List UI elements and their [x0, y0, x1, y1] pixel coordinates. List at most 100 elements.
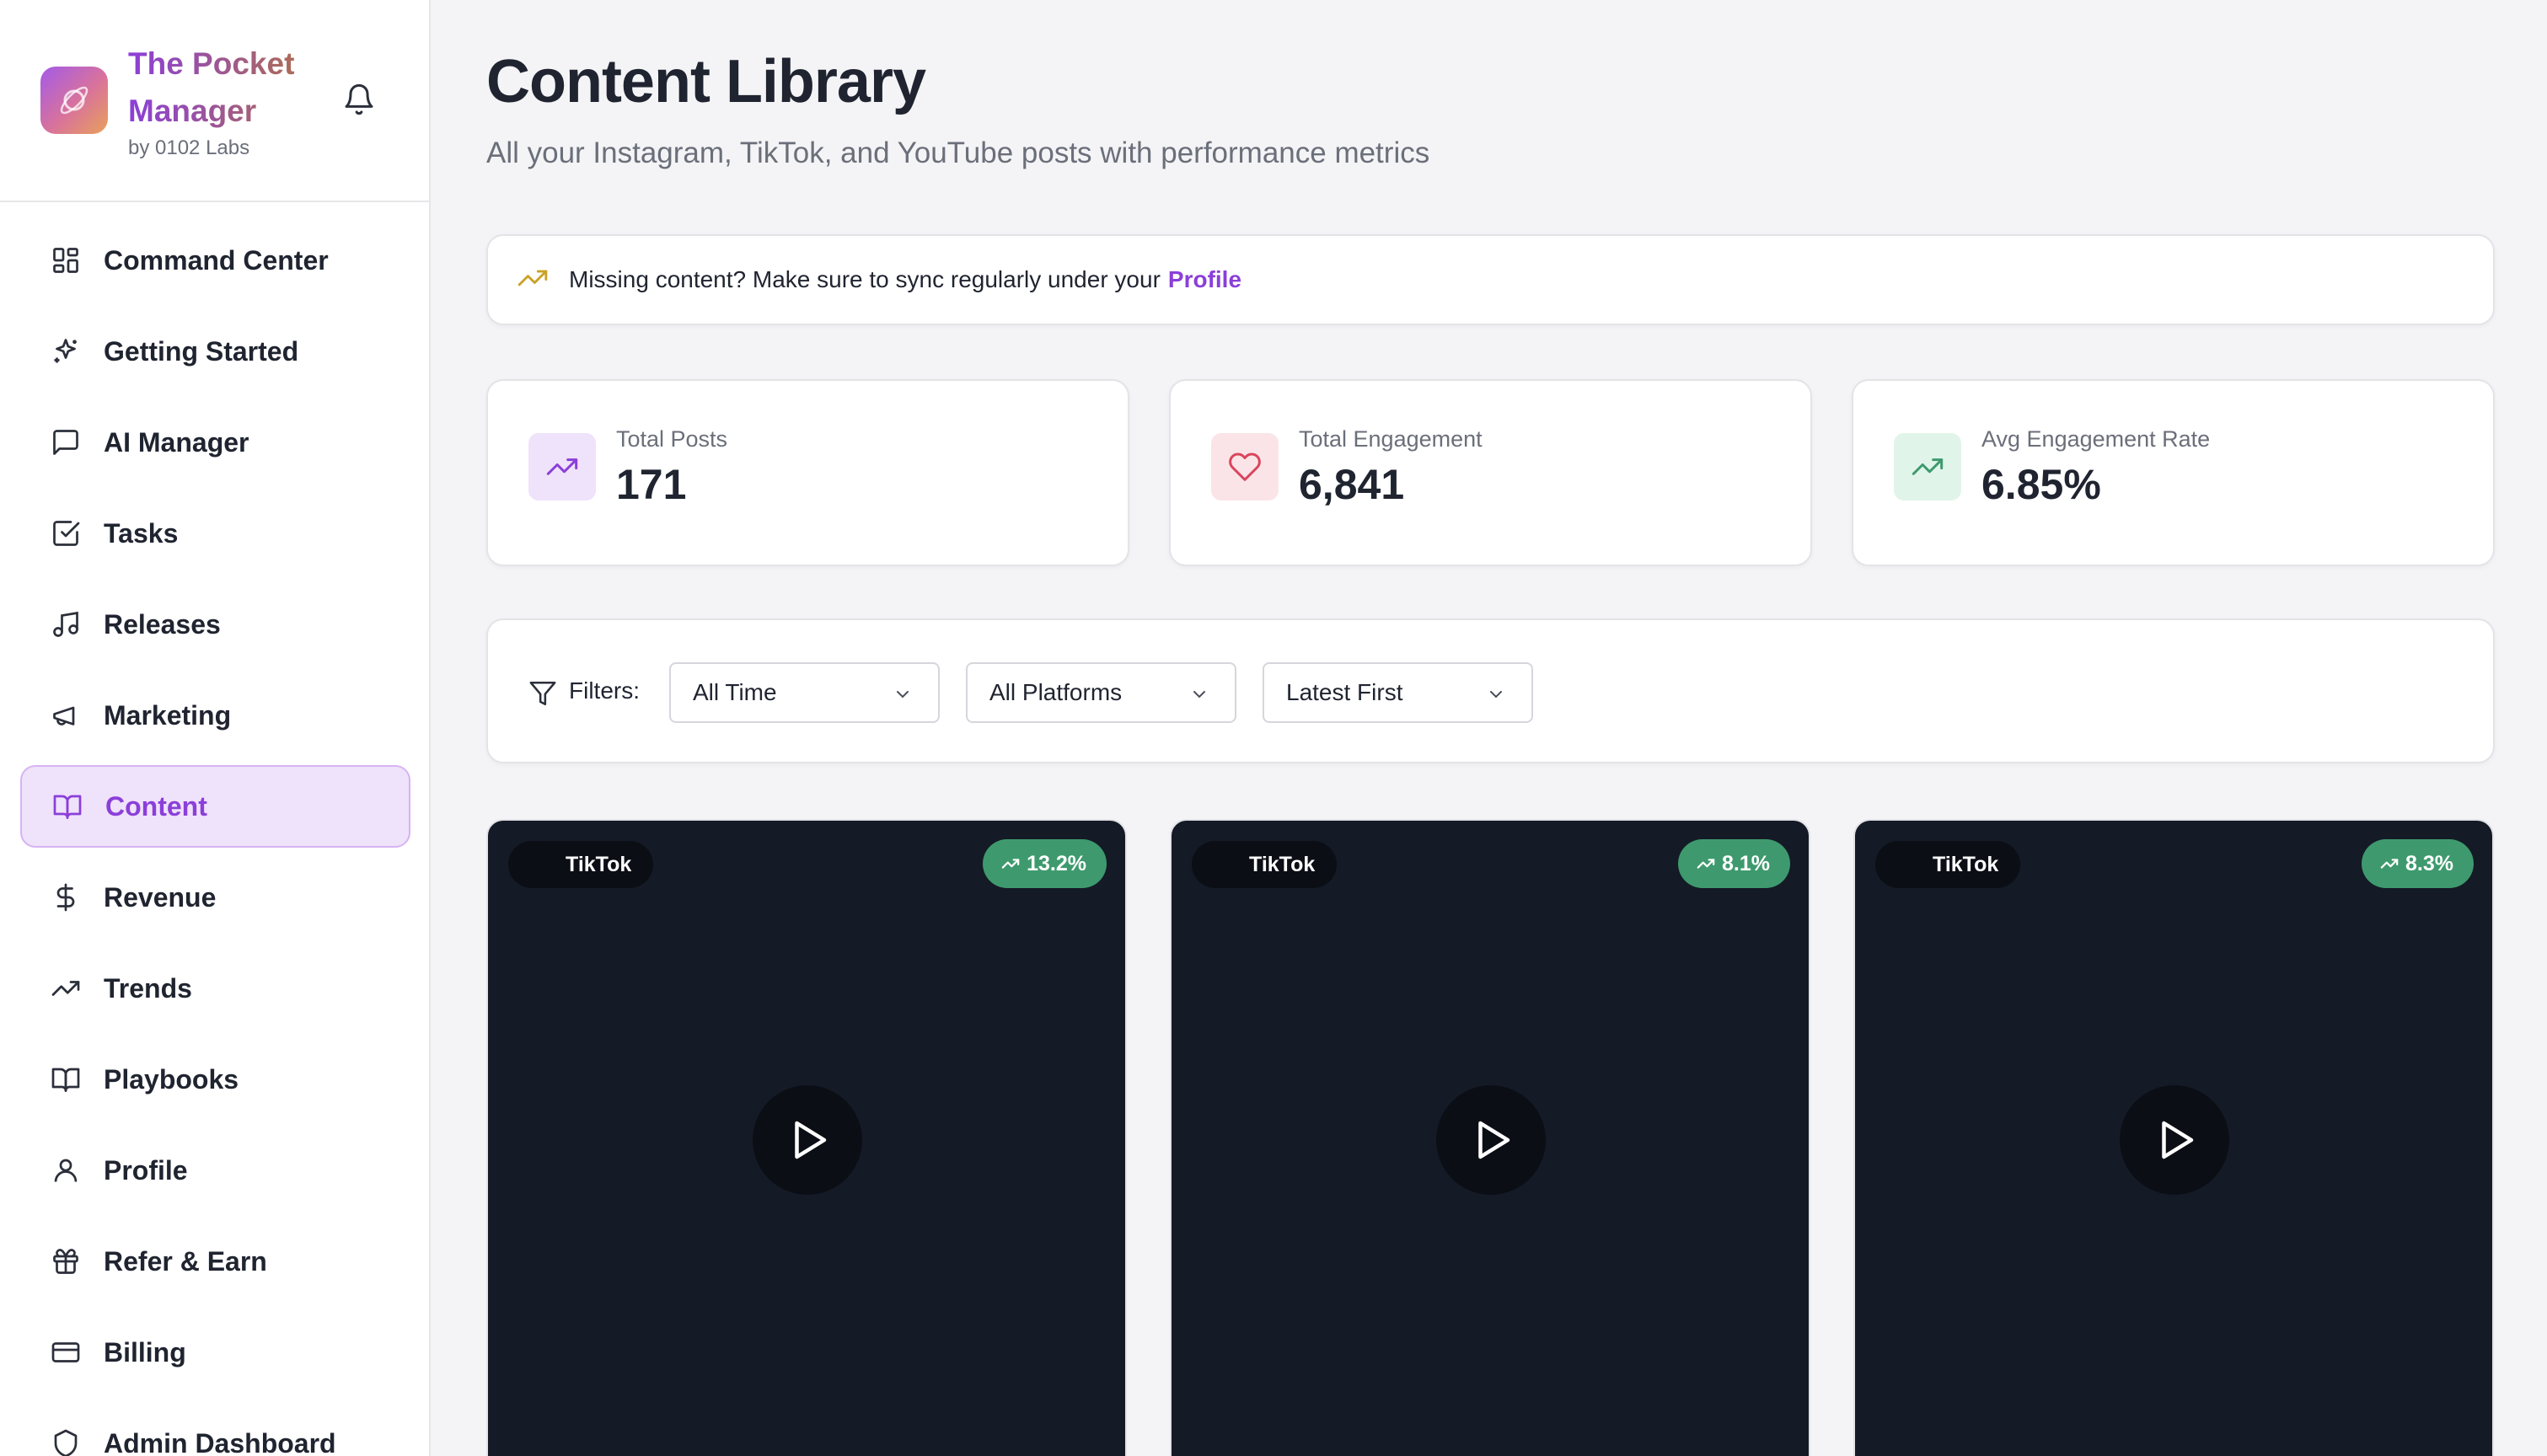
trending-up-icon: [1697, 854, 1715, 873]
page-subtitle: All your Instagram, TikTok, and YouTube …: [486, 136, 1430, 169]
sidebar-item-tasks[interactable]: Tasks: [20, 492, 410, 575]
sidebar-item-refer-earn[interactable]: Refer & Earn: [20, 1220, 410, 1303]
filter-icon: [528, 679, 557, 708]
sidebar-item-trends[interactable]: Trends: [20, 947, 410, 1030]
sidebar-item-ai-manager[interactable]: AI Manager: [20, 401, 410, 484]
stat-card-total-engagement: Total Engagement 6,841: [1169, 379, 1812, 566]
select-value: All Time: [693, 679, 777, 705]
trending-up-icon: [1001, 854, 1020, 873]
trending-up-icon: [517, 262, 549, 298]
user-icon: [49, 1154, 83, 1187]
platform-filter-select[interactable]: All Platforms: [966, 662, 1236, 723]
engagement-rate: 8.3%: [2405, 851, 2453, 875]
select-value: Latest First: [1286, 679, 1403, 705]
chevron-down-icon: [1189, 684, 1209, 704]
sidebar-item-label: Playbooks: [104, 1063, 239, 1095]
megaphone-icon: [49, 699, 83, 732]
post-card[interactable]: TikTok 8.3%: [1853, 819, 2494, 1456]
platform-badge: TikTok: [1192, 841, 1338, 888]
sidebar-item-label: Profile: [104, 1154, 188, 1186]
platform-label: TikTok: [566, 852, 632, 876]
planet-logo-icon[interactable]: [40, 67, 108, 134]
post-card[interactable]: TikTok 8.1%: [1170, 819, 1810, 1456]
chat-bubble-icon: [49, 426, 83, 459]
platform-label: TikTok: [1249, 852, 1316, 876]
checkbox-icon: [49, 517, 83, 550]
post-card[interactable]: TikTok 13.2%: [486, 819, 1127, 1456]
trending-up-icon: [1894, 433, 1961, 500]
chevron-down-icon: [1486, 684, 1506, 704]
sidebar-item-label: Refer & Earn: [104, 1245, 267, 1277]
filters-bar: Filters: All Time All Platforms Latest F…: [486, 618, 2495, 763]
sidebar-item-content[interactable]: Content: [20, 765, 410, 848]
notice-text: Missing content? Make sure to sync regul…: [569, 266, 1161, 292]
grid-icon: [49, 244, 83, 277]
sidebar-item-label: Tasks: [104, 517, 179, 549]
credit-card-icon: [49, 1336, 83, 1369]
sidebar-item-admin-dashboard[interactable]: Admin Dashboard: [20, 1402, 410, 1456]
book-open-icon: [51, 790, 84, 823]
play-button[interactable]: [2120, 1085, 2229, 1195]
brand-name: The Pocket Manager: [128, 40, 314, 135]
chevron-down-icon: [893, 684, 913, 704]
sort-select[interactable]: Latest First: [1263, 662, 1533, 723]
sidebar-item-label: Command Center: [104, 244, 329, 276]
sidebar-item-label: Billing: [104, 1336, 186, 1368]
sidebar-item-getting-started[interactable]: Getting Started: [20, 310, 410, 393]
bell-icon[interactable]: [340, 81, 378, 118]
profile-link[interactable]: Profile: [1168, 266, 1241, 293]
platform-badge: TikTok: [1875, 841, 2021, 888]
book-open-icon: [49, 1063, 83, 1096]
sidebar-item-label: Marketing: [104, 699, 232, 731]
sidebar-item-playbooks[interactable]: Playbooks: [20, 1038, 410, 1121]
sidebar-item-profile[interactable]: Profile: [20, 1129, 410, 1212]
engagement-rate-badge: 8.3%: [2362, 839, 2474, 888]
trending-up-icon: [2380, 854, 2399, 873]
brand-byline: by 0102 Labs: [128, 136, 250, 159]
trending-up-icon: [49, 972, 83, 1005]
trending-up-icon: [528, 433, 596, 500]
stat-label: Total Engagement: [1299, 426, 1483, 452]
sidebar-nav: Command Center Getting Started AI Manage…: [0, 219, 431, 1456]
dollar-icon: [49, 881, 83, 914]
engagement-rate: 8.1%: [1722, 851, 1770, 875]
stat-value: 171: [616, 461, 687, 508]
engagement-rate-badge: 13.2%: [983, 839, 1107, 888]
stat-card-total-posts: Total Posts 171: [486, 379, 1129, 566]
sidebar-item-label: Releases: [104, 608, 221, 640]
sidebar-item-label: Trends: [104, 972, 192, 1004]
engagement-rate: 13.2%: [1027, 851, 1086, 875]
shield-icon: [49, 1427, 83, 1456]
play-icon: [2162, 1121, 2194, 1159]
brand-header: The Pocket Manager by 0102 Labs: [0, 0, 429, 202]
sidebar-item-label: Admin Dashboard: [104, 1427, 336, 1456]
sidebar-item-billing[interactable]: Billing: [20, 1311, 410, 1394]
sidebar-item-label: Content: [105, 790, 207, 822]
play-button[interactable]: [1436, 1085, 1546, 1195]
stat-value: 6,841: [1299, 461, 1405, 508]
music-note-icon: [49, 608, 83, 641]
sidebar-item-marketing[interactable]: Marketing: [20, 674, 410, 757]
play-icon: [1478, 1121, 1510, 1159]
stat-value: 6.85%: [1981, 461, 2101, 508]
posts-grid: TikTok 13.2% TikTok 8.1% TikTok 8.3%: [486, 819, 2495, 1456]
sidebar-item-label: AI Manager: [104, 426, 249, 458]
sidebar-item-label: Revenue: [104, 881, 217, 913]
sidebar-item-command-center[interactable]: Command Center: [20, 219, 410, 302]
sidebar: The Pocket Manager by 0102 Labs Command …: [0, 0, 431, 1456]
stat-label: Avg Engagement Rate: [1981, 426, 2211, 452]
stat-card-avg-engagement-rate: Avg Engagement Rate 6.85%: [1852, 379, 2495, 566]
sidebar-item-label: Getting Started: [104, 335, 299, 367]
sidebar-item-releases[interactable]: Releases: [20, 583, 410, 666]
page-title: Content Library: [486, 48, 926, 115]
engagement-rate-badge: 8.1%: [1678, 839, 1790, 888]
platform-badge: TikTok: [508, 841, 654, 888]
time-filter-select[interactable]: All Time: [669, 662, 940, 723]
filters-label: Filters:: [569, 677, 640, 704]
stat-label: Total Posts: [616, 426, 728, 452]
sidebar-item-revenue[interactable]: Revenue: [20, 856, 410, 939]
play-icon: [795, 1121, 827, 1159]
play-button[interactable]: [753, 1085, 862, 1195]
platform-label: TikTok: [1933, 852, 1999, 876]
sparkles-icon: [49, 335, 83, 368]
